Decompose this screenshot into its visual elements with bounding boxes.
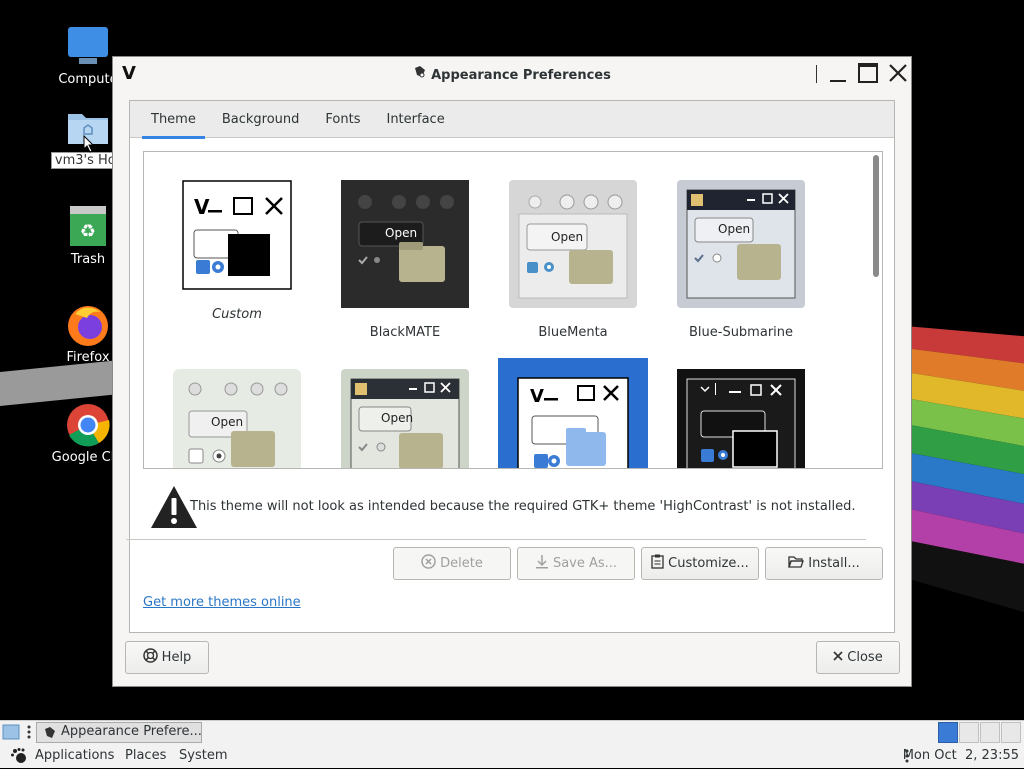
titlebar-separator bbox=[816, 65, 817, 83]
close-icon bbox=[889, 64, 907, 82]
appearance-preferences-window: V Appearance Preferences Theme Backgroun… bbox=[112, 56, 912, 687]
save-as-button[interactable]: Save As... bbox=[517, 547, 635, 580]
minimize-icon bbox=[830, 80, 846, 82]
help-button[interactable]: Help bbox=[125, 641, 209, 674]
customize-label: Customize... bbox=[668, 556, 749, 571]
theme-item-8[interactable] bbox=[661, 369, 821, 468]
minimize-button[interactable] bbox=[827, 62, 849, 84]
clock[interactable]: Mon Oct 2, 23:55 bbox=[903, 748, 1019, 763]
save-as-label: Save As... bbox=[552, 556, 618, 571]
taskbar-window-label: Appearance Prefere... bbox=[61, 724, 202, 739]
theme-name: Custom bbox=[212, 307, 262, 322]
tab-interface[interactable]: Interface bbox=[373, 101, 457, 138]
tab-fonts[interactable]: Fonts bbox=[312, 101, 373, 138]
maximize-icon bbox=[858, 63, 878, 83]
theme-preview: Open bbox=[173, 369, 301, 468]
theme-item-5[interactable]: Open bbox=[157, 369, 317, 468]
folder-open-icon bbox=[788, 555, 805, 572]
preview-open-label: Open bbox=[385, 226, 418, 240]
svg-text:V: V bbox=[194, 195, 210, 219]
desktop-icon-label: Firefox bbox=[66, 350, 110, 365]
divider bbox=[126, 539, 866, 540]
close-button[interactable]: Close bbox=[816, 641, 900, 674]
appearance-icon bbox=[413, 65, 427, 83]
system-menu[interactable]: System bbox=[179, 748, 227, 763]
workspace-3[interactable] bbox=[980, 722, 1000, 743]
scrollbar-thumb[interactable] bbox=[873, 155, 879, 277]
show-desktop-icon[interactable] bbox=[2, 724, 20, 744]
theme-name: Blue-Submarine bbox=[688, 325, 794, 340]
theme-preview: Open bbox=[341, 180, 469, 308]
workspace-4[interactable] bbox=[1001, 722, 1021, 743]
mouse-cursor-icon bbox=[83, 135, 95, 153]
download-icon bbox=[535, 554, 549, 573]
theme-item-custom[interactable]: V Custom bbox=[157, 180, 317, 322]
preview-open-label: Open bbox=[551, 230, 584, 244]
theme-list[interactable]: V Custom Open BlackMATE Open BlueMenta O… bbox=[143, 151, 883, 469]
appearance-icon bbox=[43, 726, 57, 742]
theme-list-scrollbar[interactable] bbox=[868, 152, 882, 468]
clipboard-icon bbox=[651, 554, 664, 573]
install-button[interactable]: Install... bbox=[765, 547, 883, 580]
svg-text:♻: ♻ bbox=[80, 221, 96, 242]
theme-preview: V bbox=[182, 180, 292, 290]
menu-panel: Applications Places System Mon Oct 2, 23… bbox=[0, 744, 1024, 768]
desktop-icon-label: Trash bbox=[70, 252, 106, 267]
window-list-panel: Appearance Prefere... bbox=[0, 720, 1024, 744]
computer-icon bbox=[65, 24, 111, 70]
maximize-button[interactable] bbox=[857, 62, 879, 84]
warning-text: This theme will not look as intended bec… bbox=[190, 499, 856, 514]
panel-handle-icon[interactable] bbox=[27, 725, 31, 743]
theme-name: BlackMATE bbox=[369, 325, 441, 340]
desktop-icon-label: Compute bbox=[58, 72, 118, 87]
theme-item-selected[interactable]: V bbox=[493, 358, 653, 468]
close-window-button[interactable] bbox=[887, 62, 909, 84]
tab-theme[interactable]: Theme bbox=[138, 101, 209, 139]
close-label: Close bbox=[847, 650, 883, 665]
window-title-text: Appearance Preferences bbox=[431, 68, 611, 83]
customize-button[interactable]: Customize... bbox=[641, 547, 759, 580]
theme-preview: Open bbox=[509, 180, 637, 308]
theme-preview: Open bbox=[677, 180, 805, 308]
workspace-2[interactable] bbox=[959, 722, 979, 743]
preview-open-label: Open bbox=[718, 222, 751, 236]
close-icon bbox=[833, 650, 843, 665]
help-icon bbox=[142, 648, 158, 667]
delete-icon bbox=[421, 554, 436, 573]
tab-bar: Theme Background Fonts Interface bbox=[130, 101, 894, 139]
window-titlebar[interactable]: V Appearance Preferences bbox=[113, 57, 911, 91]
tab-background[interactable]: Background bbox=[209, 101, 313, 138]
more-themes-link[interactable]: Get more themes online bbox=[143, 595, 301, 610]
taskbar-window-button[interactable]: Appearance Prefere... bbox=[36, 722, 202, 743]
theme-preview bbox=[677, 369, 805, 468]
preview-open-label: Open bbox=[381, 411, 414, 425]
theme-warning: This theme will not look as intended bec… bbox=[133, 484, 873, 534]
firefox-icon bbox=[65, 302, 111, 348]
preview-open-label: Open bbox=[211, 415, 244, 429]
theme-item-blue-submarine[interactable]: Open Blue-Submarine bbox=[661, 180, 821, 340]
theme-item-bluementa[interactable]: Open BlueMenta bbox=[493, 180, 653, 340]
theme-preview-selected: V bbox=[498, 358, 648, 468]
trash-icon: ♻ bbox=[65, 204, 111, 250]
gnome-foot-icon bbox=[10, 747, 28, 769]
workspace-1[interactable] bbox=[938, 722, 958, 743]
window-title: Appearance Preferences bbox=[113, 65, 911, 83]
theme-name: BlueMenta bbox=[538, 325, 608, 340]
theme-preview: Open bbox=[341, 369, 469, 468]
chrome-icon bbox=[65, 402, 111, 448]
delete-label: Delete bbox=[440, 556, 483, 571]
help-label: Help bbox=[161, 650, 192, 665]
theme-item-blackmate[interactable]: Open BlackMATE bbox=[325, 180, 485, 340]
applications-menu[interactable]: Applications bbox=[35, 748, 114, 763]
theme-item-6[interactable]: Open bbox=[325, 369, 485, 468]
delete-button[interactable]: Delete bbox=[393, 547, 511, 580]
rainbow-wallpaper-graphic bbox=[905, 326, 1024, 612]
install-label: Install... bbox=[808, 556, 860, 571]
places-menu[interactable]: Places bbox=[125, 748, 166, 763]
svg-text:V: V bbox=[530, 386, 544, 407]
